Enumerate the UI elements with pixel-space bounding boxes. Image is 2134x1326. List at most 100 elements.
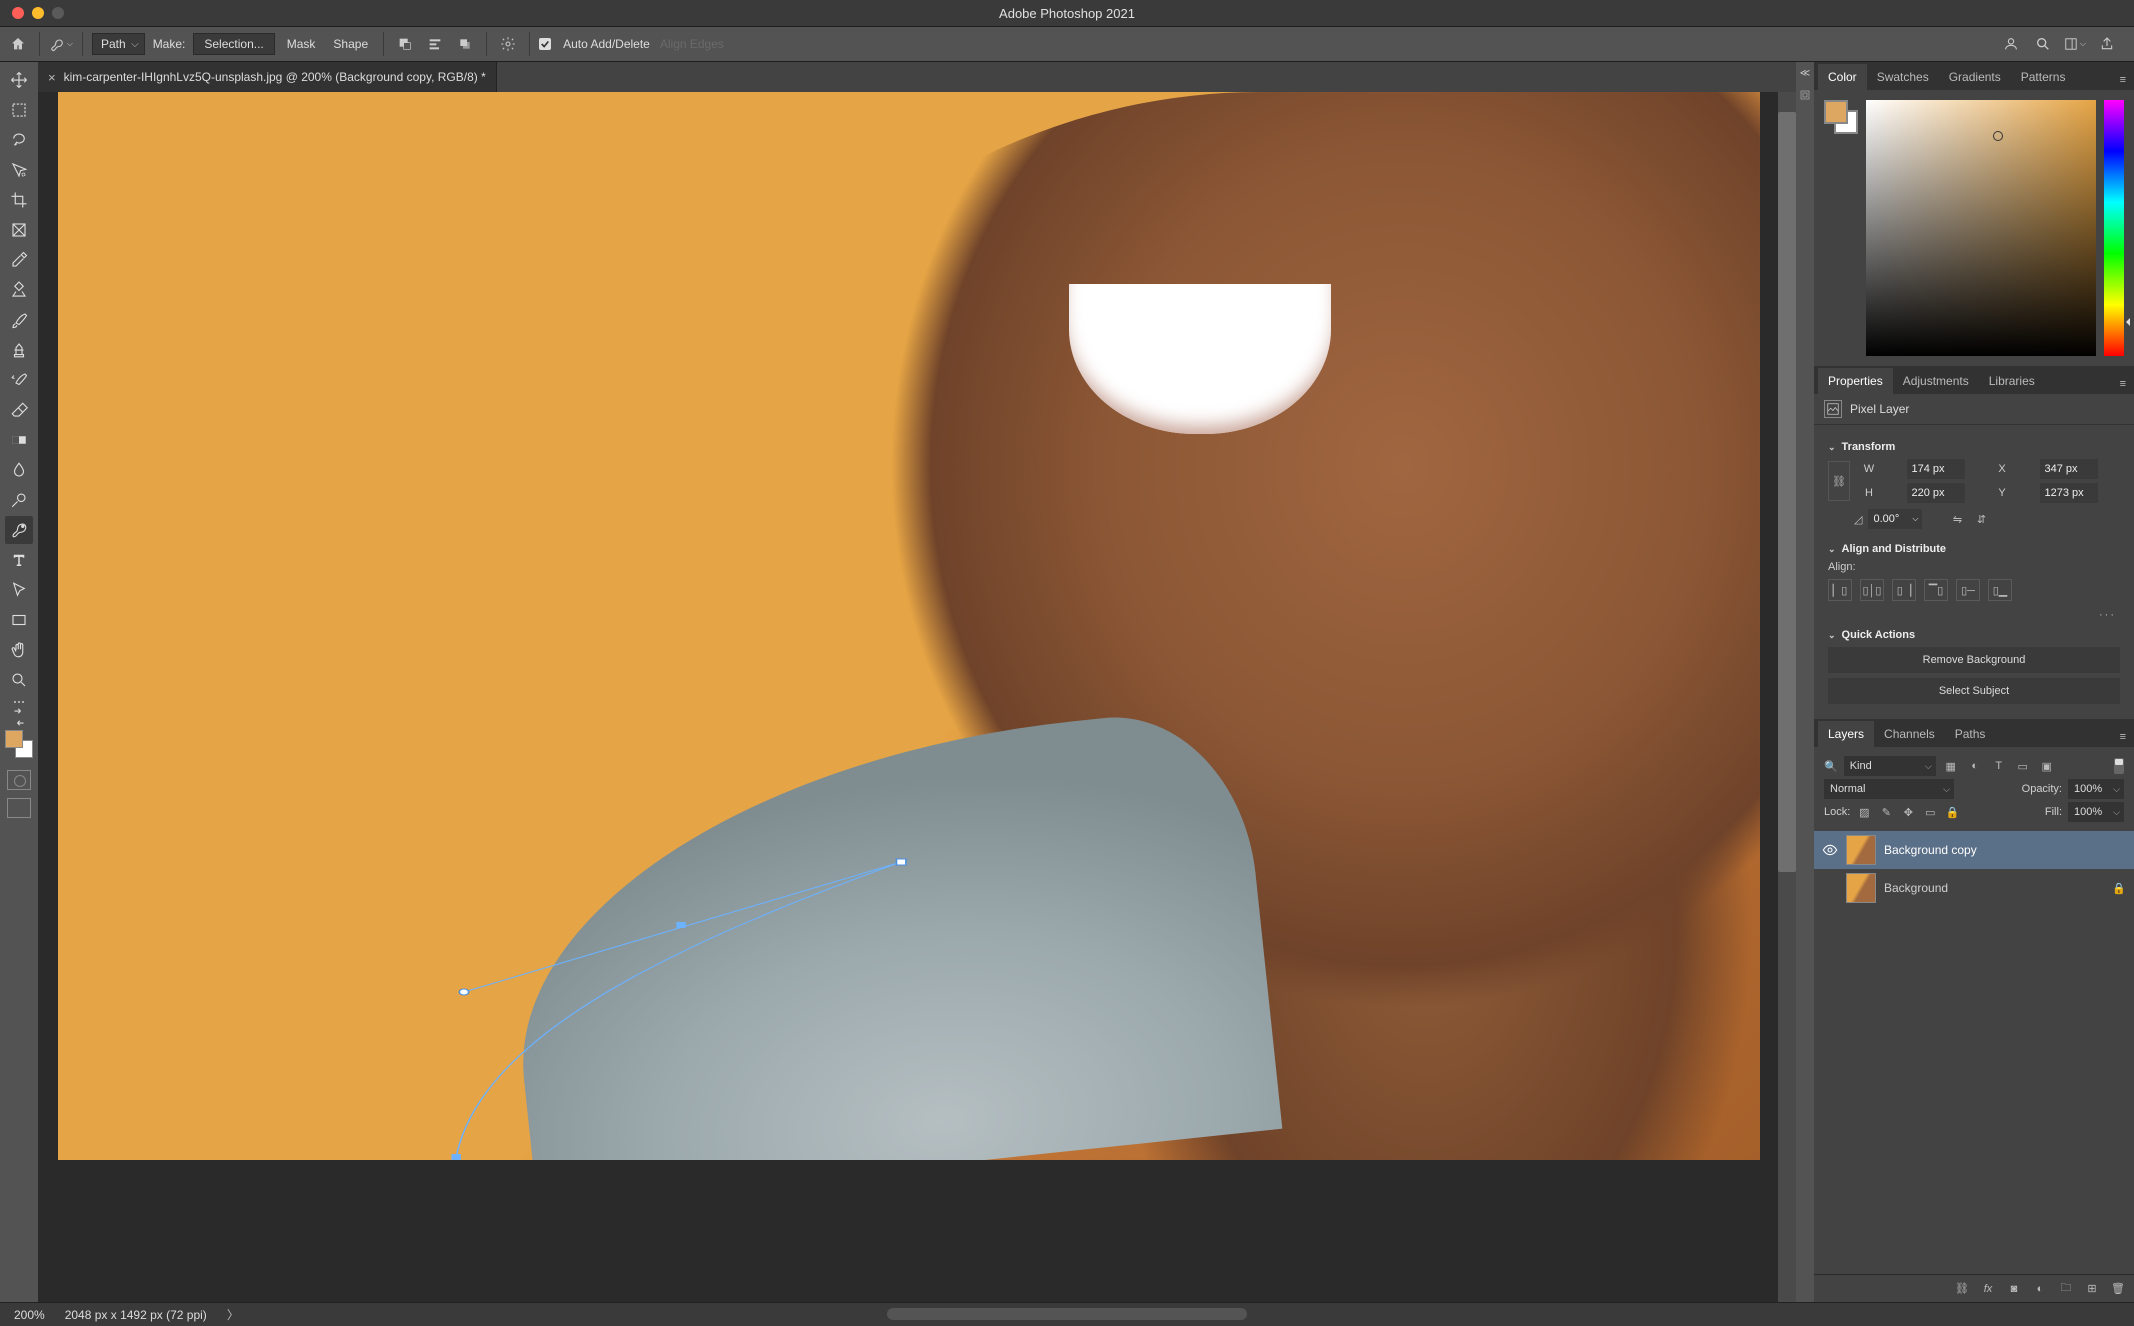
fill-input[interactable]: 100% [2068,802,2124,822]
tab-gradients[interactable]: Gradients [1939,64,2011,90]
dodge-tool[interactable] [5,486,33,514]
tab-libraries[interactable]: Libraries [1979,368,2045,394]
more-options-icon[interactable]: ··· [1828,607,2120,623]
horizontal-scrollbar[interactable] [887,1308,1247,1320]
height-input[interactable]: 220 px [1907,483,1965,503]
path-selection-tool[interactable] [5,576,33,604]
panel-icon[interactable] [1799,89,1811,104]
type-tool[interactable] [5,546,33,574]
link-layers-icon[interactable]: ⛓ [1954,1281,1970,1297]
quick-mask-toggle[interactable] [7,770,31,790]
layer-mask-icon[interactable]: ◙ [2006,1281,2022,1297]
layer-locked-icon[interactable]: 🔒 [2112,882,2126,895]
tab-layers[interactable]: Layers [1818,721,1874,747]
adjustment-layer-icon[interactable]: ◐ [2032,1281,2048,1297]
align-right-icon[interactable]: ▯▕ [1892,579,1916,601]
filter-icon[interactable]: 🔍 [1824,760,1838,773]
layer-group-icon[interactable]: 🗀 [2058,1281,2074,1297]
layer-row[interactable]: Background 🔒 [1814,869,2134,907]
tab-adjustments[interactable]: Adjustments [1893,368,1979,394]
rectangle-tool[interactable] [5,606,33,634]
tab-properties[interactable]: Properties [1818,368,1893,394]
quick-actions-header[interactable]: ⌄Quick Actions [1828,629,2120,641]
tab-paths[interactable]: Paths [1945,721,1996,747]
tab-color[interactable]: Color [1818,64,1867,90]
expand-dock-icon[interactable]: ≪ [1800,68,1810,79]
layer-thumbnail[interactable] [1846,835,1876,865]
filter-pixel-icon[interactable]: ▦ [1942,757,1960,775]
zoom-level[interactable]: 200% [14,1308,45,1322]
flip-vertical-icon[interactable]: ⇵ [1972,510,1990,528]
auto-add-delete-checkbox[interactable] [539,38,551,50]
brush-tool[interactable] [5,306,33,334]
foreground-color-swatch[interactable] [5,730,23,748]
quick-selection-tool[interactable] [5,156,33,184]
tab-swatches[interactable]: Swatches [1867,64,1939,90]
close-document-icon[interactable]: × [48,70,56,85]
flip-horizontal-icon[interactable]: ⇋ [1948,510,1966,528]
y-input[interactable]: 1273 px [2040,483,2098,503]
align-left-icon[interactable]: ▏▯ [1828,579,1852,601]
lock-artboard-icon[interactable]: ▭ [1922,804,1938,820]
opacity-input[interactable]: 100% [2068,779,2124,799]
zoom-tool[interactable] [5,666,33,694]
tab-patterns[interactable]: Patterns [2011,64,2076,90]
make-shape-button[interactable]: Shape [327,32,374,56]
canvas-viewport[interactable] [38,92,1796,1302]
workspace-switcher-icon[interactable]: ⌵ [2064,33,2086,55]
tab-channels[interactable]: Channels [1874,721,1945,747]
frame-tool[interactable] [5,216,33,244]
lock-transparency-icon[interactable]: ▨ [1856,804,1872,820]
home-button[interactable] [6,32,30,56]
document-info[interactable]: 2048 px x 1492 px (72 ppi) [65,1308,207,1322]
path-options-button[interactable] [496,32,520,56]
layer-filter-kind-dropdown[interactable]: Kind [1844,756,1936,776]
transform-section-header[interactable]: ⌄Transform [1828,441,2120,453]
vertical-scrollbar-thumb[interactable] [1778,112,1796,872]
x-input[interactable]: 347 px [2040,459,2098,479]
angle-input[interactable]: 0.00°⌵ [1868,509,1922,529]
maximize-window-button[interactable] [52,7,64,19]
filter-adjust-icon[interactable]: ◐ [1966,757,1984,775]
pen-mode-dropdown[interactable]: Path [92,33,145,55]
color-fg-swatch[interactable] [1824,100,1848,124]
select-subject-button[interactable]: Select Subject [1828,678,2120,704]
document-tab[interactable]: × kim-carpenter-IHIgnhLvz5Q-unsplash.jpg… [38,62,497,92]
panel-menu-icon[interactable]: ≡ [2112,70,2134,90]
canvas[interactable] [58,92,1760,1160]
layer-visibility-icon[interactable] [1822,844,1838,856]
minimize-window-button[interactable] [32,7,44,19]
align-vcenter-icon[interactable]: ▯─ [1956,579,1980,601]
filter-toggle-icon[interactable] [2114,758,2124,774]
filter-shape-icon[interactable]: ▭ [2014,757,2032,775]
color-field-marker[interactable] [1993,131,2003,141]
layer-thumbnail[interactable] [1846,873,1876,903]
layer-row[interactable]: Background copy [1814,831,2134,869]
align-hcenter-icon[interactable]: ▯│▯ [1860,579,1884,601]
crop-tool[interactable] [5,186,33,214]
filter-type-icon[interactable]: T [1990,757,2008,775]
remove-background-button[interactable]: Remove Background [1828,647,2120,673]
eraser-tool[interactable] [5,396,33,424]
eyedropper-tool[interactable] [5,246,33,274]
align-section-header[interactable]: ⌄Align and Distribute [1828,543,2120,555]
hand-tool[interactable] [5,636,33,664]
filter-smart-icon[interactable]: ▣ [2038,757,2056,775]
path-operations-button[interactable] [393,32,417,56]
align-bottom-icon[interactable]: ▯▁ [1988,579,2012,601]
make-selection-button[interactable]: Selection... [193,33,274,55]
document-info-flyout-icon[interactable]: 〉 [227,1306,239,1323]
width-input[interactable]: 174 px [1907,459,1965,479]
layer-style-icon[interactable]: fx [1980,1281,1996,1297]
make-mask-button[interactable]: Mask [281,32,322,56]
color-panel-swatches[interactable] [1824,100,1858,134]
lasso-tool[interactable] [5,126,33,154]
share-icon[interactable] [2096,33,2118,55]
panel-menu-icon[interactable]: ≡ [2112,374,2134,394]
marquee-tool[interactable] [5,96,33,124]
delete-layer-icon[interactable]: 🗑 [2110,1281,2126,1297]
pen-tool[interactable] [5,516,33,544]
color-field[interactable] [1866,100,2096,356]
cloud-documents-icon[interactable] [2000,33,2022,55]
link-dimensions-icon[interactable]: ⛓ [1828,461,1850,501]
